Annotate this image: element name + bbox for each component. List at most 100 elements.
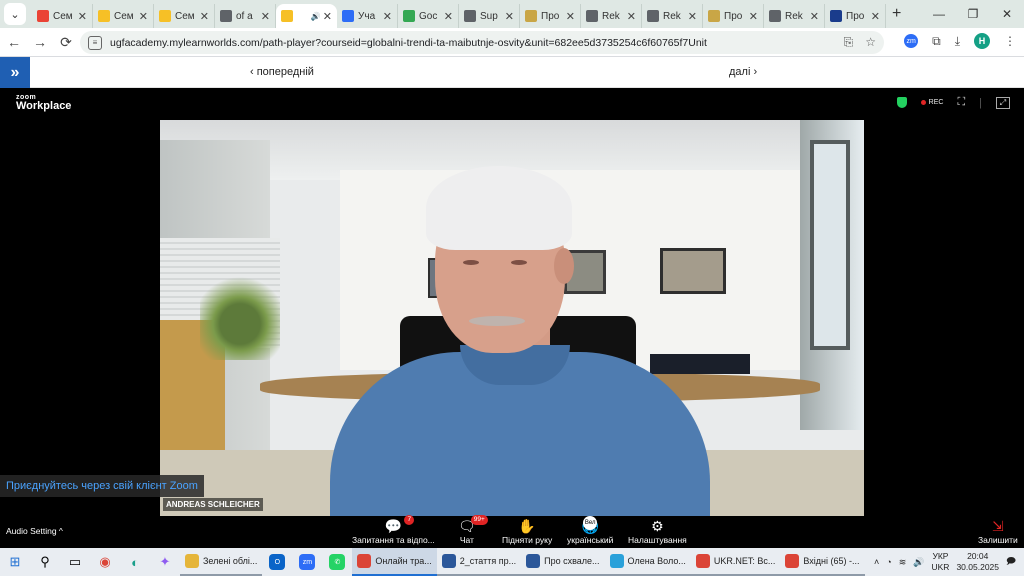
browser-tab[interactable]: Про ✕	[703, 4, 764, 28]
browser-tab[interactable]: Уча ✕	[337, 4, 398, 28]
search-icon[interactable]: ⚲	[30, 548, 60, 576]
task-view-icon[interactable]: ▭	[60, 548, 90, 576]
close-tab-icon[interactable]: ✕	[323, 10, 332, 23]
browser-tab[interactable]: Про ✕	[520, 4, 581, 28]
join-client-link[interactable]: Приєднуйтесь через свій клієнт Zoom	[0, 475, 204, 497]
encryption-shield-icon[interactable]	[896, 97, 907, 108]
close-tab-icon[interactable]: ✕	[505, 10, 514, 23]
expand-sidebar-button[interactable]: »	[0, 57, 30, 88]
browser-tab[interactable]: 🔊 ✕	[276, 4, 337, 28]
volume-icon[interactable]: 🔊	[913, 557, 924, 568]
globe-icon	[586, 10, 598, 22]
chat-button[interactable]: 🗨 99+ Чат	[458, 515, 488, 545]
language-button[interactable]: 🌐Вел український	[567, 516, 613, 545]
clock[interactable]: 20:04 30.05.2025	[956, 551, 999, 573]
bookmark-star-icon[interactable]: ☆	[865, 35, 876, 50]
chrome-icon	[785, 554, 800, 568]
copilot-icon[interactable]: ✦	[150, 548, 180, 576]
zoom-meeting: zoom Workplace REC ⛶ | ⤢ ANDREAS SCHLEIC…	[0, 88, 1024, 548]
window-controls: — ❐ ✕	[922, 0, 1024, 28]
close-tab-icon[interactable]: ✕	[749, 10, 758, 23]
browser-tab[interactable]: Sup ✕	[459, 4, 520, 28]
browser-tab[interactable]: Про ✕	[825, 4, 886, 28]
browser-tab[interactable]: Сем ✕	[154, 4, 215, 28]
input-language[interactable]: УКР UKR	[932, 551, 950, 573]
globe-icon	[769, 10, 781, 22]
start-icon[interactable]: ⊞	[0, 548, 30, 576]
close-tab-icon[interactable]: ✕	[261, 10, 270, 23]
site-info-icon[interactable]: ≡	[88, 35, 102, 50]
close-tab-icon[interactable]: ✕	[78, 10, 87, 23]
close-tab-icon[interactable]: ✕	[871, 10, 880, 23]
new-tab-button[interactable]: +	[892, 5, 901, 23]
browser-tab[interactable]: Rek ✕	[581, 4, 642, 28]
close-tab-icon[interactable]: ✕	[810, 10, 819, 23]
browser-tab[interactable]: Rek ✕	[642, 4, 703, 28]
taskbar-app-label: Про схвале...	[544, 556, 600, 566]
forward-button[interactable]: →	[28, 34, 52, 50]
close-tab-icon[interactable]: ✕	[688, 10, 697, 23]
zoom-extension-icon[interactable]: zm	[904, 34, 919, 48]
zoom-app-icon[interactable]: zm	[292, 548, 322, 576]
wifi-icon[interactable]: ≋	[899, 557, 907, 568]
tray-expand-icon[interactable]: ˄	[874, 557, 879, 567]
back-button[interactable]: ←	[2, 34, 26, 50]
chrome-icon	[695, 554, 710, 568]
audio-setting-button[interactable]: Audio Setting ^	[6, 526, 63, 536]
folder-icon	[185, 554, 199, 568]
maximize-button[interactable]: ❐	[956, 7, 990, 21]
translate-icon[interactable]: ⎘	[844, 35, 854, 50]
taskbar-app[interactable]: Олена Воло...	[604, 548, 691, 576]
settings-button[interactable]: ⚙ Налаштування	[628, 517, 687, 545]
menu-icon[interactable]: ⋮	[1004, 34, 1016, 48]
address-bar[interactable]: ≡ ugfacademy.mylearnworlds.com/path-play…	[80, 31, 884, 54]
close-tab-icon[interactable]: ✕	[566, 10, 575, 23]
browser-tab[interactable]: of a ✕	[215, 4, 276, 28]
close-tab-icon[interactable]: ✕	[383, 10, 392, 23]
url-text[interactable]: ugfacademy.mylearnworlds.com/path-player…	[110, 37, 707, 49]
reload-button[interactable]: ⟳	[54, 34, 78, 51]
tab-label: of a	[236, 10, 253, 22]
qa-button[interactable]: 💬 7 Запитання та відпо...	[352, 515, 435, 545]
extensions-icon[interactable]: ⧉	[932, 34, 941, 49]
taskbar-app[interactable]: Онлайн тра...	[352, 548, 437, 576]
fullscreen-icon[interactable]: ⛶	[957, 96, 965, 109]
expand-view-icon[interactable]: ⤢	[996, 96, 1010, 109]
previous-button[interactable]: ‹ попередній	[250, 66, 314, 78]
browser-tab[interactable]: Rek ✕	[764, 4, 825, 28]
audio-playing-icon[interactable]: 🔊	[311, 12, 321, 21]
taskbar-app[interactable]: Зелені облі...	[180, 548, 263, 576]
notifications-icon[interactable]: 🗩	[1006, 554, 1016, 570]
tab-search-button[interactable]: ⌄	[4, 3, 26, 25]
close-tab-icon[interactable]: ✕	[139, 10, 148, 23]
edge-icon[interactable]: ◐	[120, 548, 150, 576]
raise-hand-button[interactable]: ✋ Підняти руку	[502, 517, 552, 545]
browser-tab[interactable]: Goc ✕	[398, 4, 459, 28]
close-tab-icon[interactable]: ✕	[444, 10, 453, 23]
close-window-button[interactable]: ✕	[990, 7, 1024, 21]
profile-avatar[interactable]: H	[974, 33, 990, 49]
download-icon[interactable]: ⤓	[955, 34, 960, 49]
browser-tab[interactable]: Сем ✕	[32, 4, 93, 28]
network-icon[interactable]: ◔	[886, 557, 891, 567]
telegram-icon	[609, 554, 624, 568]
taskbar-app[interactable]: Про схвале...	[521, 548, 605, 576]
zoom-logo: zoom Workplace	[16, 94, 72, 112]
browser-tab[interactable]: Сем ✕	[93, 4, 154, 28]
word-icon	[526, 554, 541, 568]
minimize-button[interactable]: —	[922, 7, 956, 21]
taskbar-app[interactable]: 2_стаття пр...	[436, 548, 522, 576]
close-tab-icon[interactable]: ✕	[627, 10, 636, 23]
taskbar-app[interactable]: UKR.NET: Вс...	[690, 548, 781, 576]
close-tab-icon[interactable]: ✕	[200, 10, 209, 23]
next-button[interactable]: далі ›	[729, 66, 757, 78]
whatsapp-icon[interactable]: ✆	[322, 548, 352, 576]
browser-tab-strip: ⌄ Сем ✕ Сем ✕ Сем ✕ of a ✕ 🔊 ✕ Уча ✕ Goc ✕ Sup ✕ Про ✕ Rek…	[0, 0, 1024, 28]
sticky-note-icon	[281, 10, 293, 22]
taskbar-app-label: 2_стаття пр...	[459, 556, 517, 566]
outlook-icon[interactable]: O	[262, 548, 292, 576]
taskbar-app[interactable]: Вхідні (65) -...	[780, 548, 865, 576]
chat-icon: 🗨 99+	[458, 515, 488, 535]
leave-button[interactable]: ⇲ Залишити	[978, 517, 1018, 545]
chrome-pinned-icon[interactable]: ◉	[90, 548, 120, 576]
